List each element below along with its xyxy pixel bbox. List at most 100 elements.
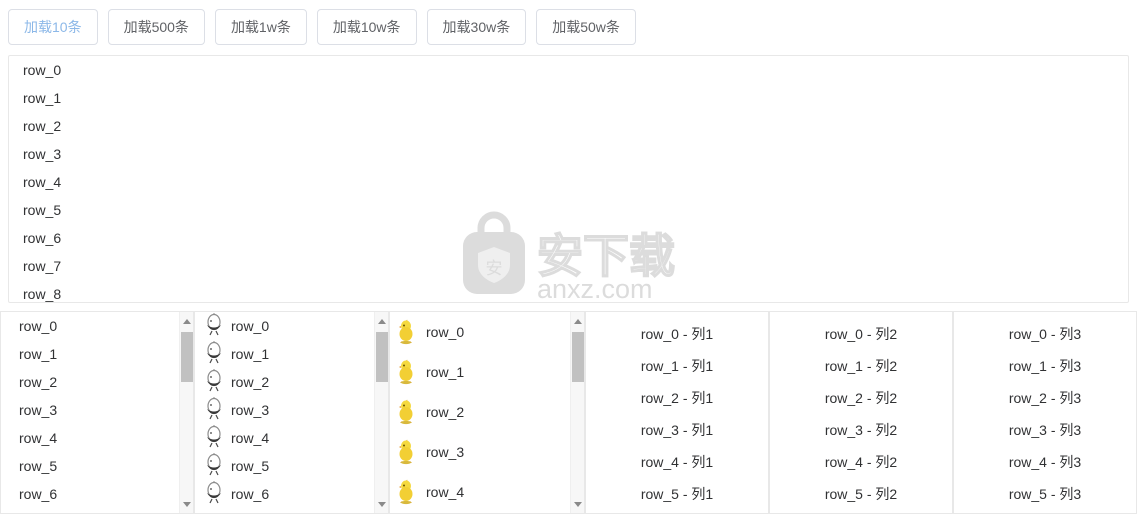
list-item[interactable]: row_6 xyxy=(9,224,1128,252)
list-item[interactable]: row_5 - 列3 xyxy=(954,478,1136,510)
list-item-label: row_3 xyxy=(231,402,270,418)
panel-column-3[interactable]: row_0 - 列3 row_1 - 列3 row_2 - 列3 row_3 - 列3… xyxy=(953,311,1137,514)
triangle-down-icon[interactable] xyxy=(375,497,388,511)
list-item-label: row_0 xyxy=(426,324,465,340)
list-item[interactable]: row_4 xyxy=(390,472,570,512)
chick-icon xyxy=(396,319,416,345)
list-item[interactable]: row_5 xyxy=(195,452,374,480)
bird-outline-icon xyxy=(205,425,223,451)
bird-outline-icon xyxy=(205,369,223,395)
panel-plain-list[interactable]: row_0 row_1 row_2 row_3 row_4 row_5 row_6 xyxy=(0,311,194,514)
list-item[interactable]: row_5 - 列2 xyxy=(770,478,952,510)
app-root: 加载10条 加载500条 加载1w条 加载10w条 加载30w条 加载50w条 row_0… xyxy=(0,0,1137,518)
list-item-label: row_0 xyxy=(231,318,270,334)
bottom-panels-row: row_0 row_1 row_2 row_3 row_4 row_5 row_6 row_… xyxy=(0,311,1137,514)
triangle-up-icon[interactable] xyxy=(180,314,193,328)
list-item[interactable]: row_5 xyxy=(9,196,1128,224)
top-list-rows: row_0 row_1 row_2 row_3 row_4 row_5 row_6 row_7… xyxy=(9,56,1128,302)
list-item[interactable]: row_3 - 列2 xyxy=(770,414,952,446)
chick-icon xyxy=(396,399,416,425)
list-item[interactable]: row_2 - 列2 xyxy=(770,382,952,414)
list-item[interactable]: row_3 xyxy=(1,396,179,424)
list-item[interactable]: row_0 xyxy=(1,312,179,340)
top-long-list[interactable]: row_0 row_1 row_2 row_3 row_4 row_5 row_6 row_7… xyxy=(8,55,1129,303)
list-item[interactable]: row_6 xyxy=(1,480,179,508)
list-item[interactable]: row_4 - 列2 xyxy=(770,446,952,478)
panel-chick-list-viewport: row_0 row_1 row_2 row_3 row_4 xyxy=(390,312,570,513)
list-item[interactable]: row_0 - 列1 xyxy=(586,318,768,350)
list-item[interactable]: row_0 xyxy=(9,56,1128,84)
list-item[interactable]: row_3 xyxy=(9,140,1128,168)
triangle-down-icon[interactable] xyxy=(180,497,193,511)
triangle-up-icon[interactable] xyxy=(571,314,584,328)
list-item-label: row_4 xyxy=(231,430,270,446)
bird-outline-icon xyxy=(205,341,223,367)
list-item[interactable]: row_4 xyxy=(9,168,1128,196)
list-item-label: row_1 xyxy=(231,346,270,362)
list-item[interactable]: row_2 - 列1 xyxy=(586,382,768,414)
triangle-down-icon[interactable] xyxy=(571,497,584,511)
load-button-1[interactable]: 加载500条 xyxy=(107,9,205,45)
list-item-label: row_1 xyxy=(426,364,465,380)
list-item-label: row_2 xyxy=(426,404,465,420)
list-item-label: row_4 xyxy=(426,484,465,500)
scrollbar-thumb[interactable] xyxy=(572,332,584,382)
list-item[interactable]: row_1 xyxy=(195,340,374,368)
panel-bird-list-scrollbar[interactable] xyxy=(374,312,388,513)
list-item[interactable]: row_1 xyxy=(390,352,570,392)
list-item[interactable]: row_3 xyxy=(195,396,374,424)
panel-chick-list-scrollbar[interactable] xyxy=(570,312,584,513)
list-item[interactable]: row_2 xyxy=(1,368,179,396)
list-item[interactable]: row_3 - 列3 xyxy=(954,414,1136,446)
list-item[interactable]: row_4 xyxy=(195,424,374,452)
list-item[interactable]: row_1 xyxy=(9,84,1128,112)
panel-column-1-rows: row_0 - 列1 row_1 - 列1 row_2 - 列1 row_3 - 列1… xyxy=(586,312,768,510)
list-item[interactable]: row_1 xyxy=(1,340,179,368)
panel-column-2-rows: row_0 - 列2 row_1 - 列2 row_2 - 列2 row_3 - 列2… xyxy=(770,312,952,510)
list-item[interactable]: row_2 xyxy=(195,368,374,396)
list-item[interactable]: row_2 xyxy=(9,112,1128,140)
scrollbar-thumb[interactable] xyxy=(376,332,388,382)
panel-chick-list[interactable]: row_0 row_1 row_2 row_3 row_4 xyxy=(389,311,585,514)
list-item[interactable]: row_4 - 列3 xyxy=(954,446,1136,478)
list-item[interactable]: row_1 - 列2 xyxy=(770,350,952,382)
list-item[interactable]: row_4 xyxy=(1,424,179,452)
list-item-label: row_3 xyxy=(426,444,465,460)
list-item-label: row_2 xyxy=(231,374,270,390)
load-button-3[interactable]: 加载10w条 xyxy=(316,9,417,45)
triangle-up-icon[interactable] xyxy=(375,314,388,328)
chick-icon xyxy=(396,359,416,385)
list-item[interactable]: row_3 - 列1 xyxy=(586,414,768,446)
bird-outline-icon xyxy=(205,481,223,507)
list-item[interactable]: row_2 xyxy=(390,392,570,432)
load-button-4[interactable]: 加载30w条 xyxy=(426,9,527,45)
list-item[interactable]: row_1 - 列3 xyxy=(954,350,1136,382)
load-button-5[interactable]: 加载50w条 xyxy=(536,9,636,45)
panel-column-1[interactable]: row_0 - 列1 row_1 - 列1 row_2 - 列1 row_3 - 列1… xyxy=(585,311,769,514)
chick-icon xyxy=(396,479,416,505)
load-buttons-toolbar: 加载10条 加载500条 加载1w条 加载10w条 加载30w条 加载50w条 xyxy=(0,0,1137,53)
list-item[interactable]: row_6 xyxy=(195,480,374,508)
list-item[interactable]: row_0 xyxy=(390,312,570,352)
panel-plain-list-scrollbar[interactable] xyxy=(179,312,193,513)
list-item[interactable]: row_2 - 列3 xyxy=(954,382,1136,414)
list-item[interactable]: row_1 - 列1 xyxy=(586,350,768,382)
list-item[interactable]: row_5 xyxy=(1,452,179,480)
load-button-0[interactable]: 加载10条 xyxy=(8,9,98,45)
list-item[interactable]: row_0 - 列3 xyxy=(954,318,1136,350)
list-item[interactable]: row_8 xyxy=(9,280,1128,302)
bird-outline-icon xyxy=(205,397,223,423)
chick-icon xyxy=(396,439,416,465)
list-item[interactable]: row_0 xyxy=(195,312,374,340)
list-item[interactable]: row_4 - 列1 xyxy=(586,446,768,478)
panel-column-3-rows: row_0 - 列3 row_1 - 列3 row_2 - 列3 row_3 - 列3… xyxy=(954,312,1136,510)
panel-column-2[interactable]: row_0 - 列2 row_1 - 列2 row_2 - 列2 row_3 - 列2… xyxy=(769,311,953,514)
list-item[interactable]: row_3 xyxy=(390,432,570,472)
list-item-label: row_6 xyxy=(231,486,270,502)
list-item[interactable]: row_0 - 列2 xyxy=(770,318,952,350)
scrollbar-thumb[interactable] xyxy=(181,332,193,382)
list-item[interactable]: row_7 xyxy=(9,252,1128,280)
load-button-2[interactable]: 加载1w条 xyxy=(214,9,307,45)
list-item[interactable]: row_5 - 列1 xyxy=(586,478,768,510)
panel-bird-list[interactable]: row_0 row_1 row_2 row_3 row_4 row_5 row_6 xyxy=(194,311,389,514)
